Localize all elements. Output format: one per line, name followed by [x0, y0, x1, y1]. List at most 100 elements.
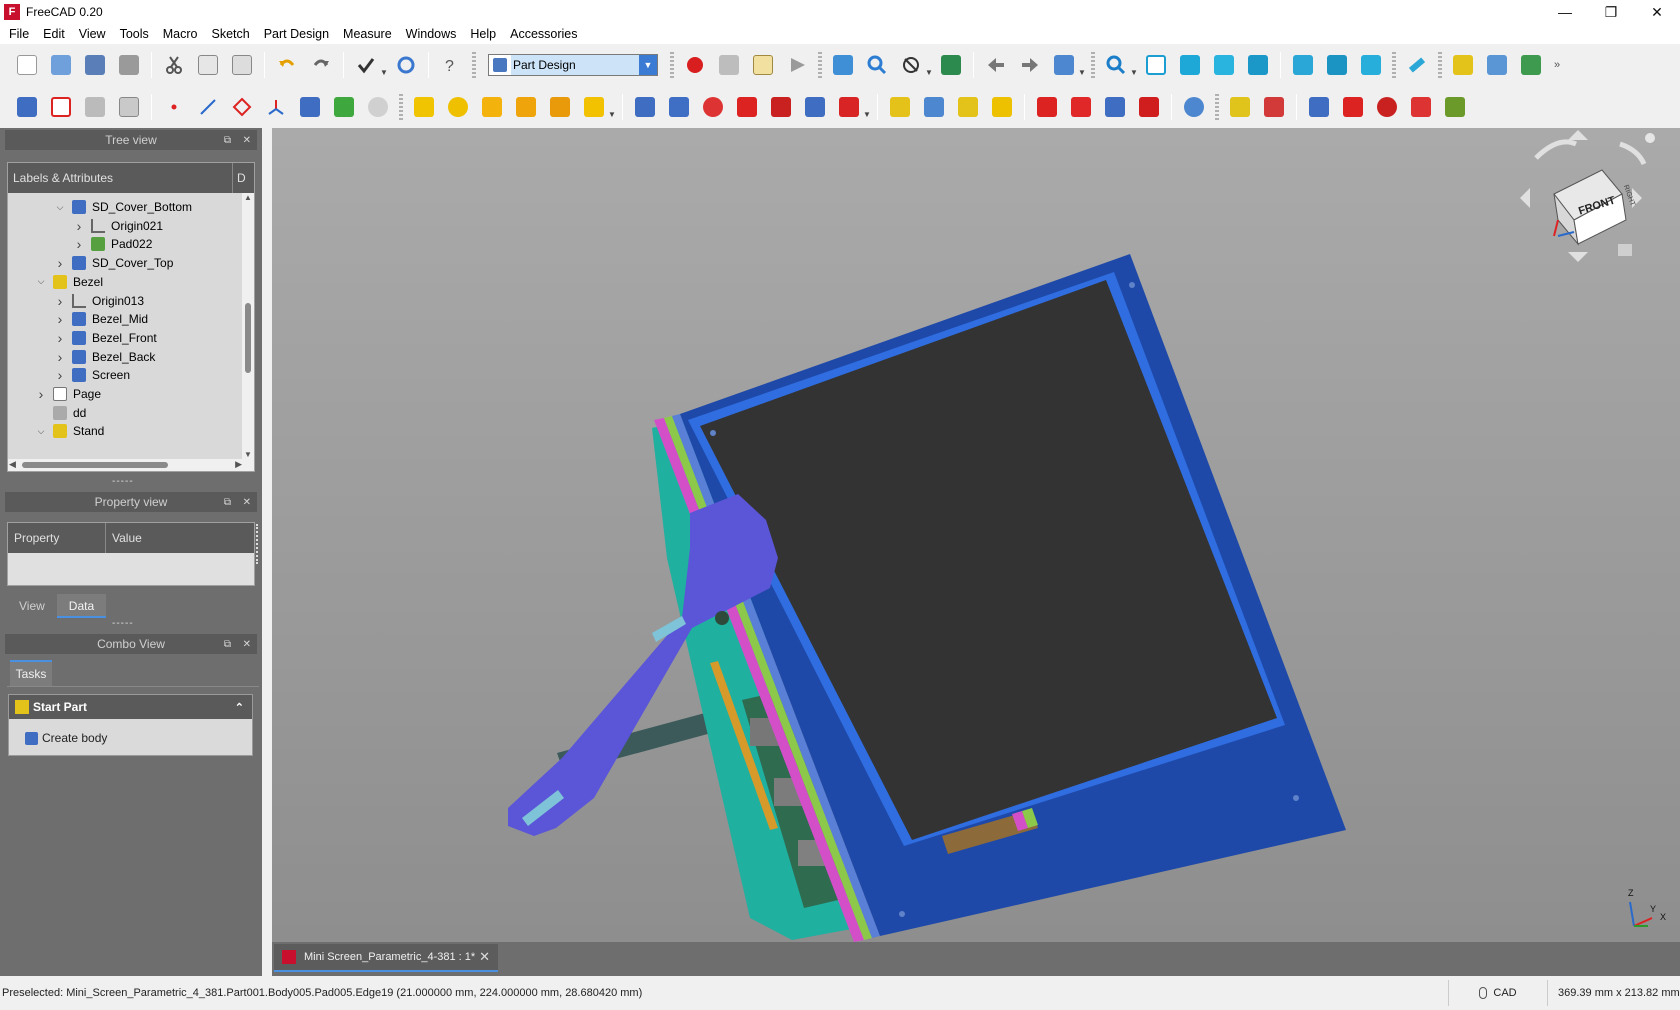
tree-item[interactable]: ⌵ SD_Cover_Bottom — [54, 197, 192, 217]
polar-pattern-button[interactable] — [953, 92, 983, 122]
toolbar-grip[interactable] — [818, 52, 822, 78]
revolution-button[interactable] — [443, 92, 473, 122]
property-column[interactable]: Property — [8, 523, 106, 553]
chevron-down-icon[interactable]: ▼ — [244, 450, 252, 459]
tree-horizontal-scrollbar[interactable]: ◀ ▶ — [8, 459, 244, 471]
copy-button[interactable] — [193, 50, 223, 80]
tree-item[interactable]: › Page — [35, 384, 101, 404]
sketch-tool-7-button[interactable] — [1440, 92, 1470, 122]
document-tab[interactable]: Mini Screen_Parametric_4-381 : 1* ✕ — [274, 944, 498, 972]
clone-button[interactable] — [363, 92, 393, 122]
close-icon[interactable]: ✕ — [243, 639, 251, 650]
cut-button[interactable] — [159, 50, 189, 80]
scrollbar-thumb[interactable] — [22, 462, 168, 468]
recompute-check-button[interactable] — [351, 50, 381, 80]
view-bottom-button[interactable] — [1322, 50, 1352, 80]
view-right-button[interactable] — [1243, 50, 1273, 80]
tree-item[interactable]: › Screen — [54, 365, 130, 385]
create-group-button[interactable] — [1482, 50, 1512, 80]
view-isometric-button[interactable] — [1141, 50, 1171, 80]
chevron-down-icon[interactable]: ▼ — [379, 68, 389, 77]
groove-button[interactable] — [698, 92, 728, 122]
chevron-down-icon[interactable]: ▼ — [639, 55, 657, 75]
macro-record-button[interactable] — [680, 50, 710, 80]
restore-button[interactable]: ❐ — [1588, 0, 1634, 24]
menu-edit[interactable]: Edit — [36, 24, 72, 44]
chevron-up-icon[interactable]: ⌃ — [235, 701, 244, 714]
tree-vertical-scrollbar[interactable]: ▲ ▼ — [242, 193, 254, 471]
multitransform-button[interactable] — [987, 92, 1017, 122]
model-render[interactable] — [272, 128, 1680, 942]
menu-windows[interactable]: Windows — [399, 24, 464, 44]
linear-pattern-button[interactable] — [919, 92, 949, 122]
chevron-right-icon[interactable]: › — [54, 330, 66, 346]
toolbar-grip[interactable] — [472, 52, 476, 78]
menu-help[interactable]: Help — [463, 24, 503, 44]
close-icon[interactable]: ✕ — [479, 949, 490, 965]
3d-view[interactable]: FRONT RIGHT Z Y X — [272, 128, 1680, 942]
subtractive-loft-button[interactable] — [732, 92, 762, 122]
scrollbar-thumb[interactable] — [245, 303, 251, 373]
tree-item[interactable]: › Origin013 — [54, 291, 144, 311]
tree-item[interactable]: ⌵ Stand — [35, 421, 104, 441]
forward-button[interactable] — [1015, 50, 1045, 80]
workbench-selector[interactable]: Part Design ▼ — [488, 54, 658, 76]
subtractive-helix-button[interactable] — [800, 92, 830, 122]
float-icon[interactable]: ⧉ — [224, 497, 231, 508]
create-body-link[interactable]: Create body — [9, 719, 252, 757]
rotate-right-icon[interactable] — [1619, 141, 1647, 166]
tree-item[interactable]: dd — [35, 403, 86, 423]
measure-distance-button[interactable] — [1402, 50, 1432, 80]
close-icon[interactable]: ✕ — [243, 497, 251, 508]
arrow-left-icon[interactable] — [1520, 188, 1530, 208]
paste-button[interactable] — [227, 50, 257, 80]
view-zoom-button[interactable] — [1101, 50, 1131, 80]
draw-style-button[interactable] — [896, 50, 926, 80]
tab-data[interactable]: Data — [56, 594, 107, 618]
toolbar-overflow-button[interactable]: » — [1550, 50, 1564, 80]
chevron-down-icon[interactable]: ▼ — [1077, 68, 1087, 77]
validate-sketch-button[interactable] — [80, 92, 110, 122]
menu-part-design[interactable]: Part Design — [257, 24, 336, 44]
splitter-handle[interactable]: ----- — [112, 618, 134, 629]
mirrored-button[interactable] — [885, 92, 915, 122]
datum-line-button[interactable] — [193, 92, 223, 122]
shape-binder-button[interactable] — [114, 92, 144, 122]
subtractive-primitive-button[interactable] — [834, 92, 864, 122]
redo-button[interactable] — [306, 50, 336, 80]
chevron-right-icon[interactable]: › — [54, 367, 66, 383]
toolbar-grip[interactable] — [1392, 52, 1396, 78]
chevron-right-icon[interactable]: › — [73, 218, 85, 234]
toolbar-grip[interactable] — [1438, 52, 1442, 78]
chevron-up-icon[interactable]: ▲ — [244, 193, 252, 202]
link-button[interactable] — [1049, 50, 1079, 80]
create-sketch-button[interactable] — [46, 92, 76, 122]
task-panel-header[interactable]: Start Part ⌃ — [9, 695, 252, 719]
back-button[interactable] — [981, 50, 1011, 80]
chevron-right-icon[interactable]: › — [54, 255, 66, 271]
navcube-graphic[interactable] — [1518, 128, 1658, 268]
rotate-left-icon[interactable] — [1534, 139, 1578, 160]
hole-button[interactable] — [664, 92, 694, 122]
value-column[interactable]: Value — [106, 523, 142, 553]
fit-selection-button[interactable] — [862, 50, 892, 80]
local-cs-button[interactable] — [261, 92, 291, 122]
tree-item[interactable]: › Pad022 — [73, 234, 153, 254]
draft-button[interactable] — [1100, 92, 1130, 122]
fit-all-button[interactable] — [828, 50, 858, 80]
pad-button[interactable] — [409, 92, 439, 122]
create-part-button[interactable] — [1448, 50, 1478, 80]
view-rear-button[interactable] — [1288, 50, 1318, 80]
sketch-tool-4-button[interactable] — [1338, 92, 1368, 122]
chevron-down-icon[interactable]: ⌵ — [35, 426, 47, 437]
tree-item[interactable]: › SD_Cover_Top — [54, 253, 174, 273]
save-button[interactable] — [80, 50, 110, 80]
bounding-box-button[interactable] — [936, 50, 966, 80]
chevron-down-icon[interactable]: ▼ — [607, 110, 617, 119]
tree-column-d[interactable]: D — [232, 163, 254, 193]
close-icon[interactable]: ✕ — [243, 135, 251, 146]
navigation-style-button[interactable]: CAD — [1448, 980, 1548, 1006]
create-link-button[interactable] — [1516, 50, 1546, 80]
new-document-button[interactable] — [12, 50, 42, 80]
boolean-button[interactable] — [1179, 92, 1209, 122]
